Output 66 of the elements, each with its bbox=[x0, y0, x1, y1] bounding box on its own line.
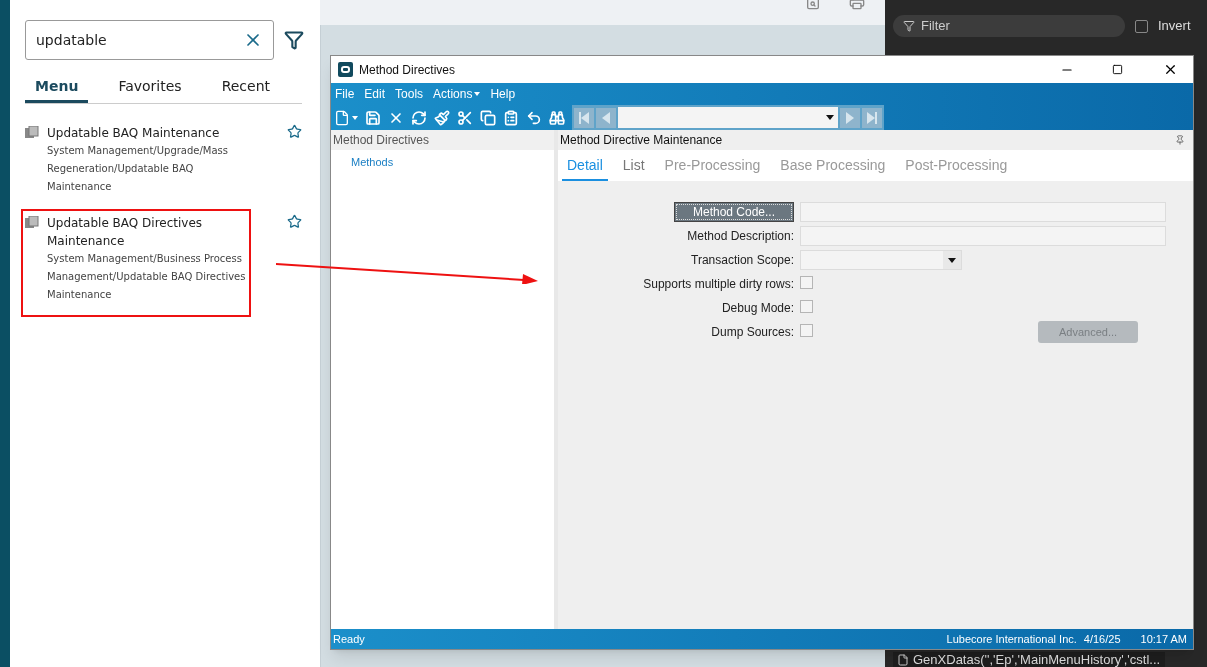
method-code-button[interactable]: Method Code... bbox=[674, 202, 794, 222]
tree-item[interactable]: Methods bbox=[351, 154, 554, 171]
save-icon[interactable] bbox=[365, 109, 381, 126]
close-icon[interactable] bbox=[1163, 62, 1178, 77]
document-icon bbox=[25, 126, 39, 138]
status-date: 4/16/25 bbox=[1083, 631, 1121, 647]
last-record-icon[interactable] bbox=[862, 107, 882, 128]
description-field[interactable] bbox=[800, 226, 1166, 246]
new-icon[interactable] bbox=[334, 109, 358, 126]
search-result[interactable]: Updatable BAQ Directives Maintenance System Management/Business Process Management/Updatable BAQ Directives Maintenance bbox=[47, 214, 252, 304]
menu-item[interactable]: Help bbox=[490, 85, 516, 103]
undo-icon[interactable] bbox=[526, 109, 542, 126]
menu-tab[interactable]: Favorites bbox=[108, 76, 192, 103]
previous-record-icon[interactable] bbox=[596, 107, 616, 128]
cut-icon[interactable] bbox=[457, 109, 473, 126]
brush-icon[interactable] bbox=[434, 109, 450, 126]
filter-icon bbox=[903, 20, 915, 32]
filter-field[interactable]: Filter bbox=[893, 15, 1125, 37]
maximize-icon[interactable] bbox=[1112, 64, 1123, 75]
filter-icon[interactable] bbox=[284, 30, 304, 50]
document-icon bbox=[25, 216, 39, 228]
panel-tab[interactable]: List bbox=[617, 155, 650, 181]
caret-icon bbox=[826, 115, 834, 120]
binoculars-icon[interactable] bbox=[549, 109, 565, 126]
window-title: Method Directives bbox=[359, 61, 456, 79]
result-title: Updatable BAQ Directives Maintenance bbox=[47, 215, 204, 250]
field-label: Transaction Scope: bbox=[691, 252, 794, 269]
checkbox[interactable] bbox=[1135, 19, 1148, 33]
menu-item[interactable]: Edit bbox=[364, 85, 386, 103]
favorite-star-icon[interactable] bbox=[287, 124, 302, 139]
result-path: System Management/Upgrade/Mass Regeneration/Updatable BAQ Maintenance bbox=[47, 144, 229, 194]
next-record-icon[interactable] bbox=[840, 107, 860, 128]
method-code-field[interactable] bbox=[800, 202, 1166, 222]
tree-title: Method Directives bbox=[331, 130, 554, 150]
caret-icon bbox=[948, 257, 956, 263]
field-label: Debug Mode: bbox=[721, 300, 794, 317]
field-label: Supports multiple dirty rows: bbox=[643, 276, 794, 293]
panel-tab[interactable]: Detail bbox=[562, 155, 608, 181]
checkbox[interactable] bbox=[800, 300, 813, 313]
menu-item[interactable]: File bbox=[335, 85, 355, 103]
result-path: System Management/Business Process Management/Updatable BAQ Directives Maintenance bbox=[47, 252, 247, 302]
company-name: Lubecore International Inc. bbox=[946, 631, 1077, 647]
paste-icon[interactable] bbox=[503, 109, 519, 126]
app-logo-icon bbox=[338, 62, 353, 77]
favorite-star-icon[interactable] bbox=[287, 214, 302, 229]
search-result[interactable]: Updatable BAQ Maintenance System Management/Upgrade/Mass Regeneration/Updatable BAQ Maintenance bbox=[47, 124, 252, 196]
invert-label: Invert bbox=[1158, 17, 1191, 36]
menu-tab[interactable]: Menu bbox=[25, 76, 89, 103]
field-label: Dump Sources: bbox=[711, 324, 794, 341]
copy-icon[interactable] bbox=[480, 109, 496, 126]
menu-item[interactable]: Tools bbox=[395, 85, 424, 103]
checkbox[interactable] bbox=[800, 276, 813, 289]
first-record-icon[interactable] bbox=[574, 107, 594, 128]
menu-item[interactable]: Actions bbox=[433, 85, 481, 103]
caret-icon bbox=[474, 92, 481, 96]
refresh-icon[interactable] bbox=[411, 109, 427, 126]
pin-icon[interactable] bbox=[1175, 135, 1185, 145]
result-title: Updatable BAQ Maintenance bbox=[47, 125, 221, 142]
checkbox[interactable] bbox=[800, 324, 813, 337]
field-label: Method Description: bbox=[687, 228, 794, 245]
file-icon bbox=[897, 653, 909, 666]
menu-tab[interactable]: Recent bbox=[211, 76, 280, 103]
status-text: Ready bbox=[333, 631, 365, 647]
panel-title: Method Directive Maintenance bbox=[560, 132, 723, 149]
search-field[interactable]: updatable bbox=[25, 20, 274, 60]
status-time: 10:17 AM bbox=[1140, 631, 1187, 647]
